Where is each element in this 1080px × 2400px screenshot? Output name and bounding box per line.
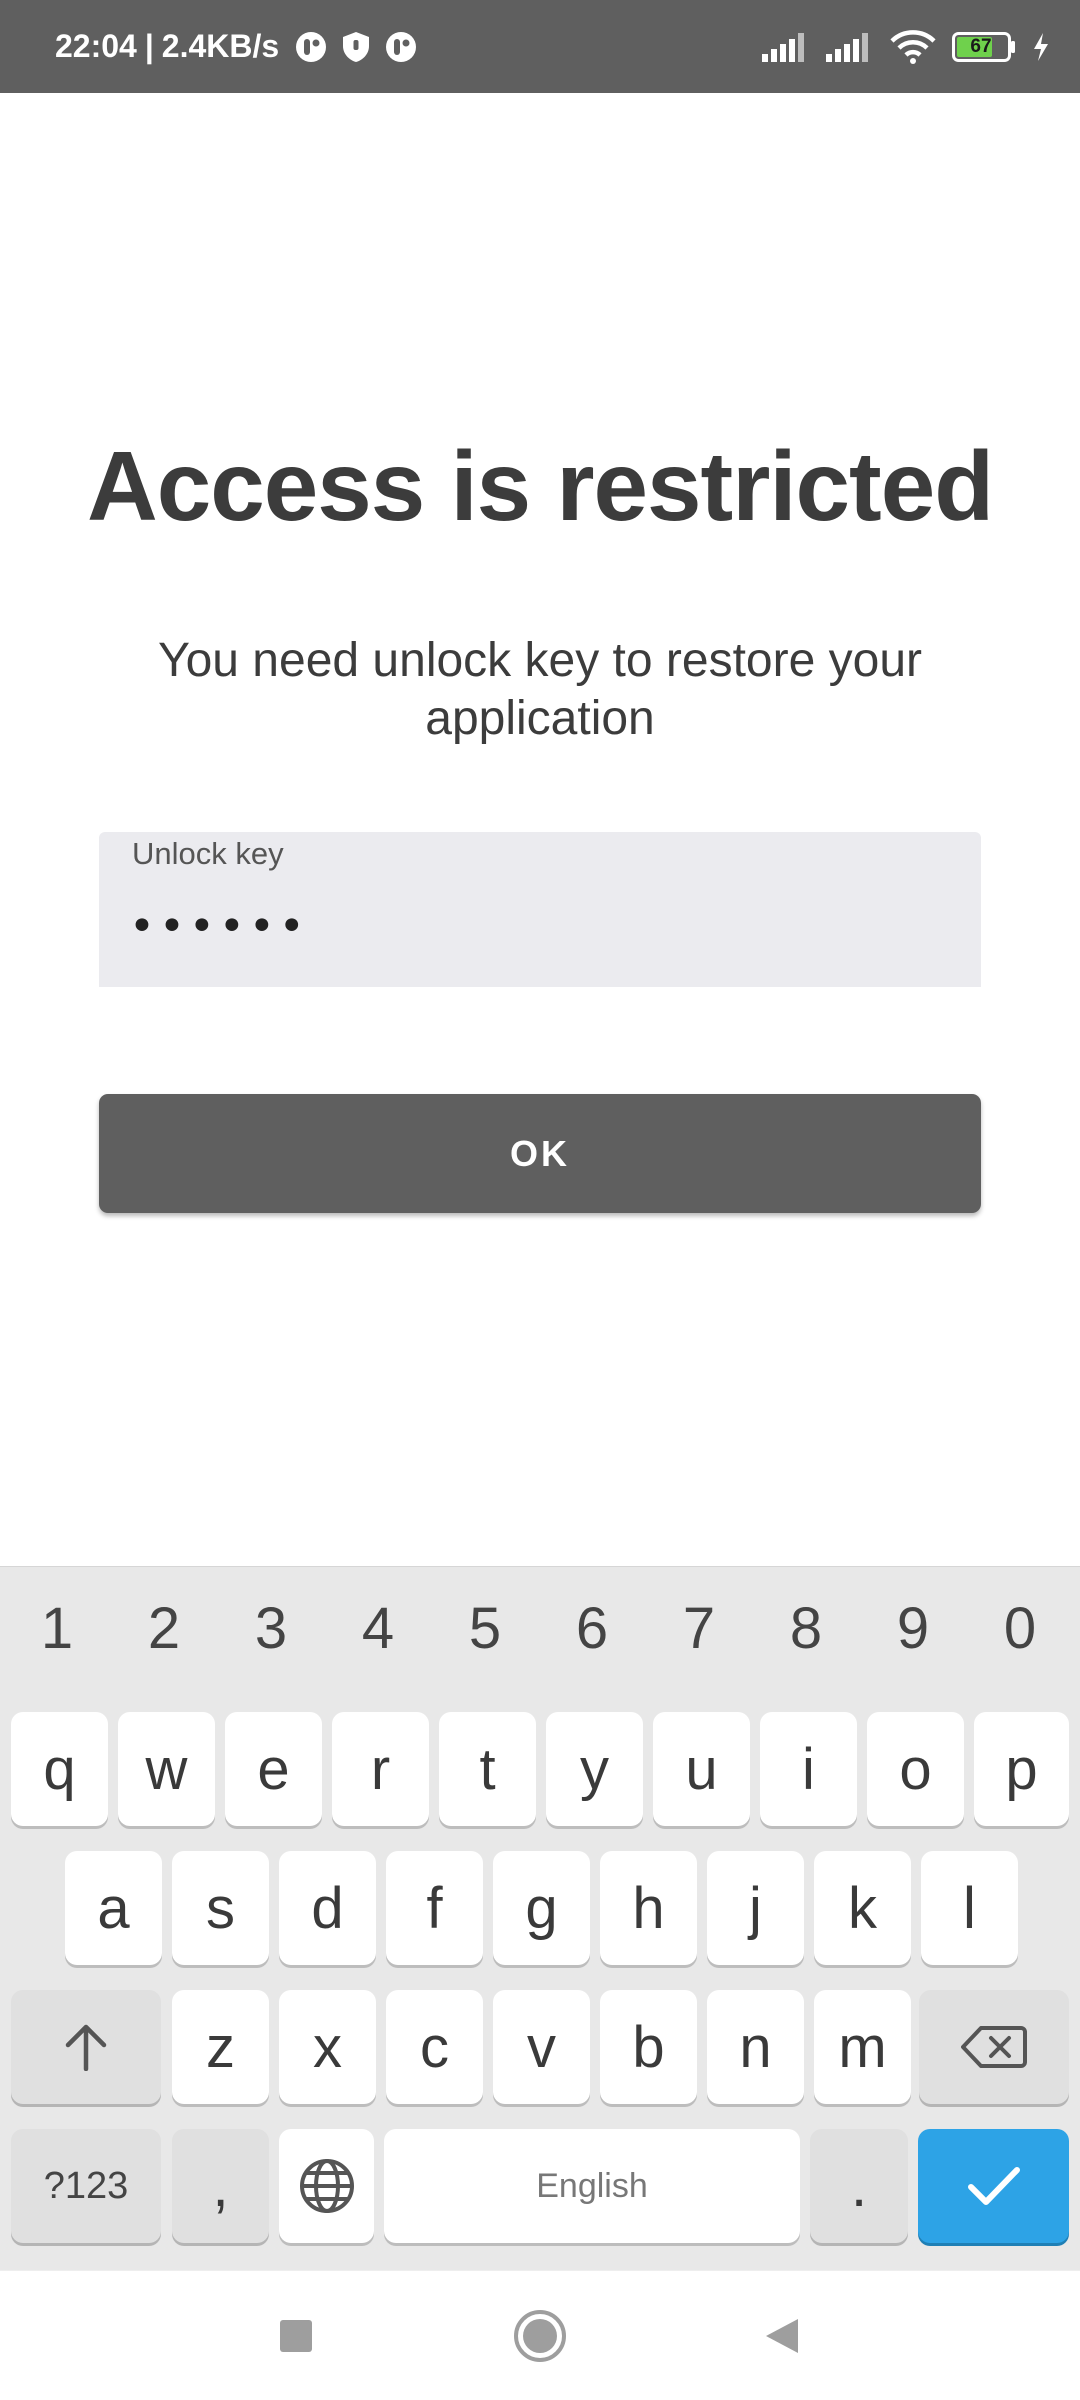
period-key[interactable]: . — [810, 2129, 908, 2243]
key-l[interactable]: l — [921, 1851, 1018, 1965]
space-key[interactable]: English — [384, 2129, 800, 2243]
key-d[interactable]: d — [279, 1851, 376, 1965]
key-f[interactable]: f — [386, 1851, 483, 1965]
comma-key[interactable]: , — [172, 2129, 269, 2243]
key-6[interactable]: 6 — [552, 1595, 632, 1662]
key-x[interactable]: x — [279, 1990, 376, 2104]
key-c[interactable]: c — [386, 1990, 483, 2104]
key-w[interactable]: w — [118, 1712, 215, 1826]
status-bar: 22:04 | 2.4KB/s 67 — [0, 0, 1080, 93]
key-8[interactable]: 8 — [766, 1595, 846, 1662]
unlock-key-field[interactable]: Unlock key — [99, 832, 981, 987]
key-3[interactable]: 3 — [231, 1595, 311, 1662]
shift-arrow-icon — [65, 2024, 107, 2071]
key-5[interactable]: 5 — [445, 1595, 525, 1662]
key-u[interactable]: u — [653, 1712, 750, 1826]
status-separator: | — [144, 28, 154, 64]
status-right: 67 — [762, 0, 1050, 93]
key-i[interactable]: i — [760, 1712, 857, 1826]
key-g[interactable]: g — [493, 1851, 590, 1965]
page-title: Access is restricted — [86, 431, 994, 541]
status-left: 22:04 | 2.4KB/s — [55, 0, 417, 93]
key-e[interactable]: e — [225, 1712, 322, 1826]
key-4[interactable]: 4 — [338, 1595, 418, 1662]
backspace-key[interactable] — [919, 1990, 1069, 2104]
home-button[interactable] — [508, 2304, 572, 2368]
shift-key[interactable] — [11, 1990, 161, 2104]
key-q[interactable]: q — [11, 1712, 108, 1826]
key-7[interactable]: 7 — [659, 1595, 739, 1662]
globe-icon — [299, 2159, 354, 2213]
key-a[interactable]: a — [65, 1851, 162, 1965]
signal-icon — [826, 32, 874, 62]
soft-keyboard: 1 2 3 4 5 6 7 8 9 0 q w e r t y u i o p … — [0, 1566, 1080, 2270]
key-m[interactable]: m — [814, 1990, 911, 2104]
key-v[interactable]: v — [493, 1990, 590, 2104]
key-b[interactable]: b — [600, 1990, 697, 2104]
key-0[interactable]: 0 — [980, 1595, 1060, 1662]
app-notification-icon — [385, 31, 417, 63]
nav-bar — [0, 2270, 1080, 2400]
key-j[interactable]: j — [707, 1851, 804, 1965]
key-1[interactable]: 1 — [17, 1595, 97, 1662]
key-2[interactable]: 2 — [124, 1595, 204, 1662]
key-k[interactable]: k — [814, 1851, 911, 1965]
status-time: 22:04 — [55, 28, 137, 64]
key-z[interactable]: z — [172, 1990, 269, 2104]
unlock-key-label: Unlock key — [132, 836, 284, 871]
checkmark-icon — [967, 2167, 1020, 2205]
recent-apps-button[interactable] — [264, 2304, 328, 2368]
key-y[interactable]: y — [546, 1712, 643, 1826]
enter-key[interactable] — [918, 2129, 1069, 2243]
key-9[interactable]: 9 — [873, 1595, 953, 1662]
key-p[interactable]: p — [974, 1712, 1069, 1826]
symbols-key[interactable]: ?123 — [11, 2129, 161, 2243]
charging-icon — [1032, 32, 1050, 62]
shield-icon — [341, 31, 371, 63]
backspace-icon — [961, 2026, 1027, 2068]
back-button[interactable] — [750, 2304, 814, 2368]
back-icon — [766, 2319, 798, 2353]
recent-apps-icon — [280, 2320, 312, 2352]
key-n[interactable]: n — [707, 1990, 804, 2104]
home-icon — [514, 2310, 566, 2362]
signal-icon — [762, 32, 810, 62]
ok-button[interactable]: OK — [99, 1094, 981, 1213]
number-row: 1 2 3 4 5 6 7 8 9 0 — [0, 1567, 1080, 1695]
battery-level: 67 — [970, 35, 992, 57]
language-key[interactable] — [279, 2129, 374, 2243]
page-subtitle: You need unlock key to restore your appl… — [157, 634, 923, 745]
key-s[interactable]: s — [172, 1851, 269, 1965]
app-notification-icon — [295, 31, 327, 63]
net-speed: 2.4KB/s — [161, 28, 280, 64]
key-t[interactable]: t — [439, 1712, 536, 1826]
unlock-key-input[interactable] — [129, 896, 949, 956]
key-h[interactable]: h — [600, 1851, 697, 1965]
battery-icon: 67 — [952, 31, 1016, 62]
key-r[interactable]: r — [332, 1712, 429, 1826]
key-o[interactable]: o — [867, 1712, 964, 1826]
wifi-icon — [890, 29, 936, 64]
